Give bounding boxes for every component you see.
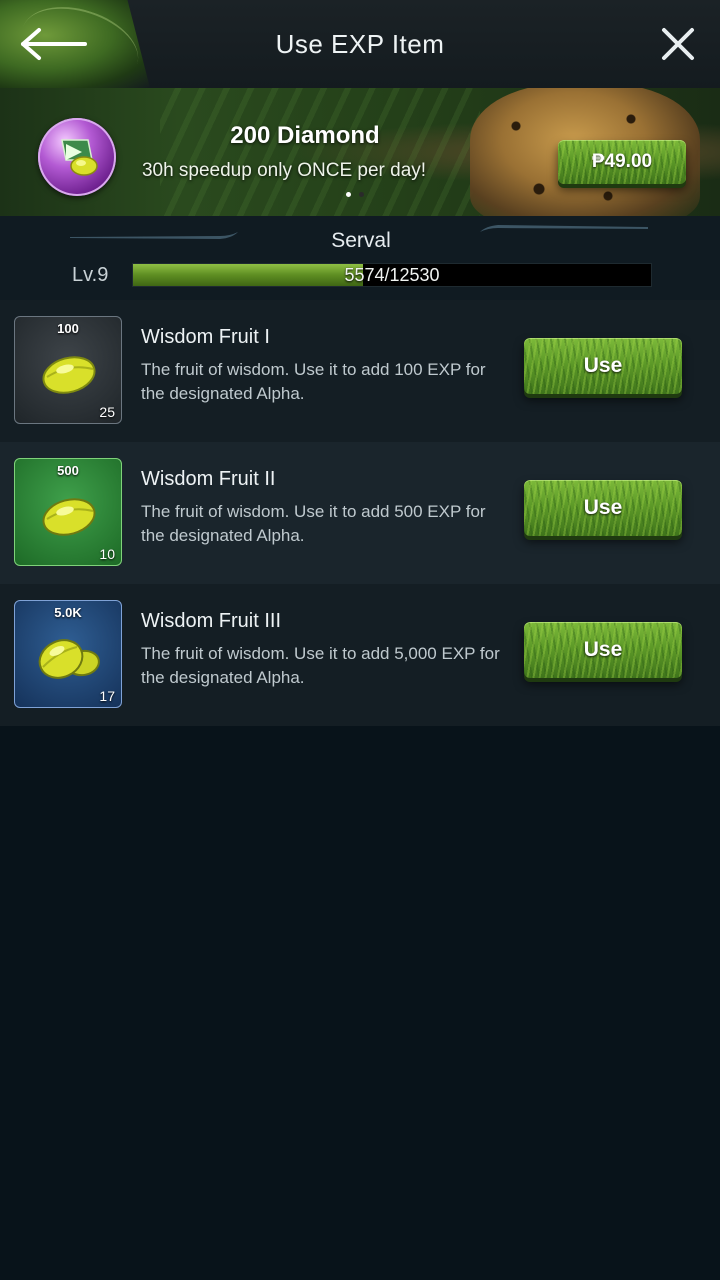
use-button[interactable]: Use: [524, 338, 682, 394]
item-description: The fruit of wisdom. Use it to add 100 E…: [141, 360, 486, 403]
item-name: Wisdom Fruit I: [141, 326, 270, 348]
item-icon-frame: 100 25: [14, 316, 122, 424]
page-dot: [359, 192, 364, 197]
item-description: The fruit of wisdom. Use it to add 5,000…: [141, 644, 500, 687]
list-item: 500 10 Wisdom Fruit II The fruit of wisd…: [0, 442, 720, 584]
use-button[interactable]: Use: [524, 480, 682, 536]
list-item: 100 25 Wisdom Fruit I The fruit of wisdo…: [0, 300, 720, 442]
item-exp-amount: 100: [57, 321, 79, 336]
list-item: 5.0K 17 Wisdom Fruit III The fruit of wi…: [0, 584, 720, 726]
item-count: 25: [99, 404, 115, 420]
pet-name: Serval: [331, 229, 391, 252]
back-arrow-icon: [21, 28, 87, 60]
exp-progress-text: 5574/12530: [344, 265, 440, 285]
close-icon: [662, 28, 694, 60]
pet-level: Lv.9: [72, 264, 109, 286]
page-indicator: [346, 192, 364, 197]
close-button[interactable]: [650, 18, 706, 70]
promo-subtitle: 30h speedup only ONCE per day!: [141, 160, 427, 181]
starfruit-icon: [42, 356, 96, 394]
exp-progress-bar: 5574/12530: [132, 263, 652, 287]
use-button[interactable]: Use: [524, 622, 682, 678]
page-dot-active: [346, 192, 351, 197]
back-button[interactable]: [14, 18, 94, 70]
item-name: Wisdom Fruit II: [141, 468, 276, 490]
item-count: 17: [99, 688, 115, 704]
item-exp-amount: 500: [57, 463, 79, 478]
item-description: The fruit of wisdom. Use it to add 500 E…: [141, 502, 486, 545]
item-icon-frame: 500 10: [14, 458, 122, 566]
item-exp-amount: 5.0K: [54, 605, 82, 620]
item-icon-frame: 5.0K 17: [14, 600, 122, 708]
starfruit-icon: [42, 498, 96, 536]
promo-title: 200 Diamond: [230, 122, 380, 149]
buy-price-button[interactable]: ₱49.00: [558, 140, 686, 184]
starfruit-icon: [38, 639, 100, 679]
header-bar: Use EXP Item: [0, 0, 720, 88]
item-count: 10: [99, 546, 115, 562]
use-exp-item-screen: Use EXP Item 200 Diamond 30h speedup onl…: [0, 0, 720, 1280]
item-name: Wisdom Fruit III: [141, 610, 282, 632]
